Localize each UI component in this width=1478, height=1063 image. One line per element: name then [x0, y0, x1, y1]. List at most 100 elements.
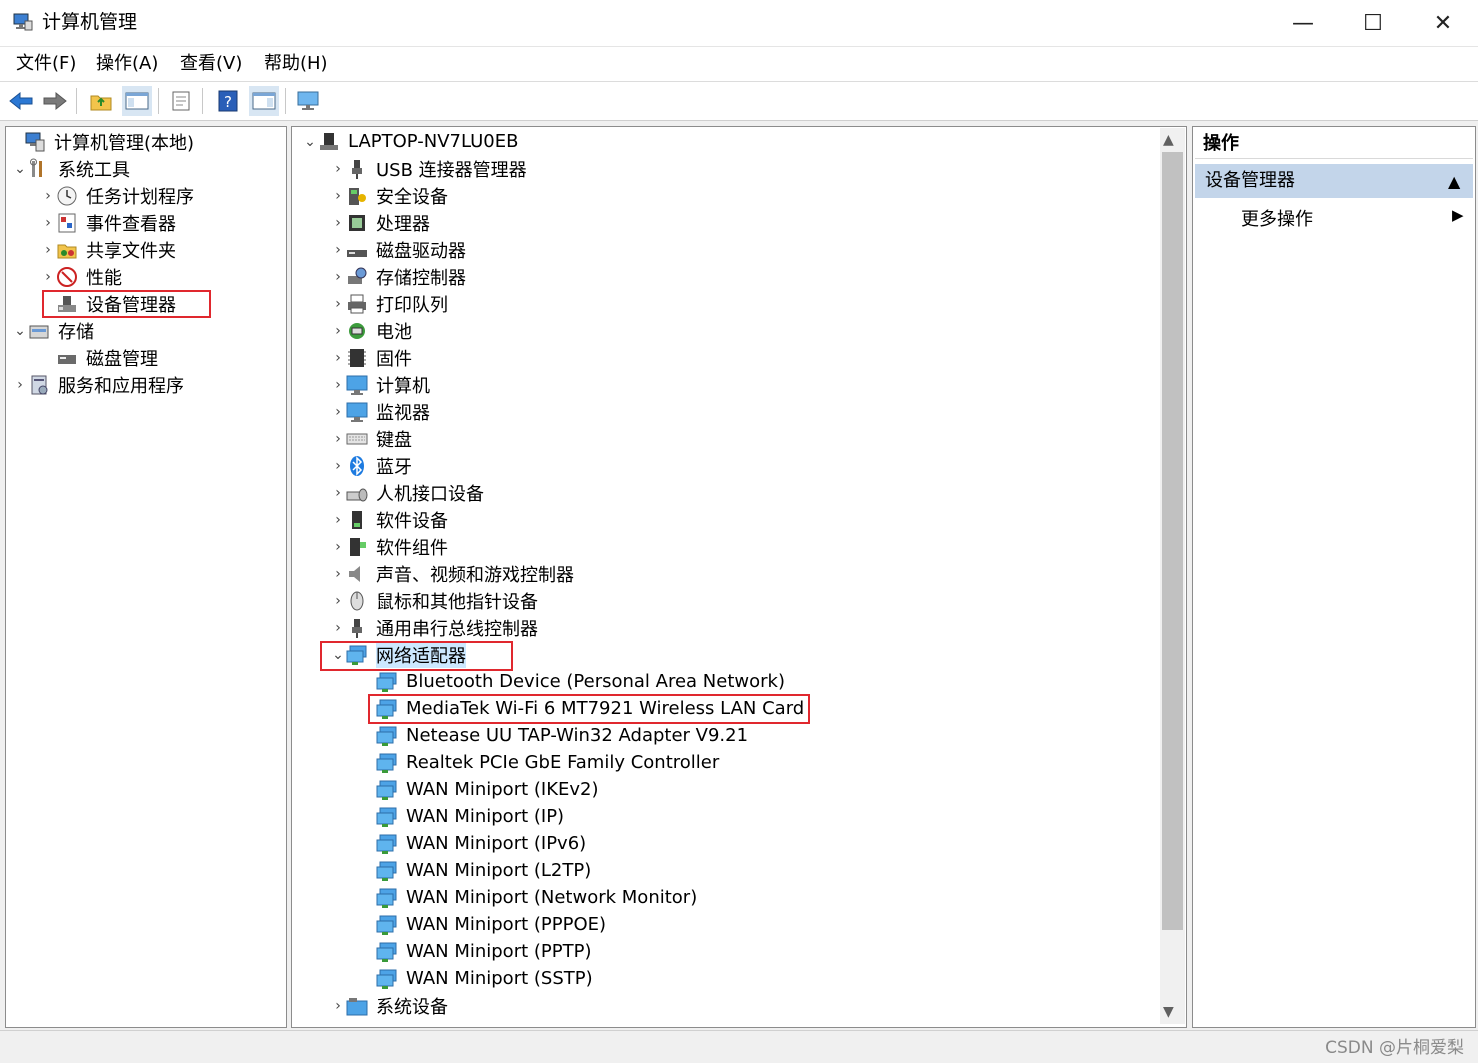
device-category-16[interactable]: › 鼠标和其他指针设备 [330, 587, 538, 614]
nav-item-9[interactable]: › 服务和应用程序 [12, 371, 184, 398]
nav-item-1[interactable]: ⌄ 系统工具 [12, 155, 130, 182]
device-category-13[interactable]: › 软件设备 [330, 506, 448, 533]
show-hide-tree-icon[interactable] [122, 86, 152, 116]
chevron-right-icon[interactable]: › [330, 296, 346, 312]
scroll-up-arrow-icon[interactable]: ▲ [1163, 132, 1174, 148]
network-adapter-item[interactable]: WAN Miniport (L2TP) [360, 857, 591, 884]
chevron-right-icon[interactable]: › [330, 512, 346, 528]
network-adapter-item[interactable]: Realtek PCIe GbE Family Controller [360, 749, 719, 776]
menu-help[interactable]: 帮助(H) [264, 52, 328, 76]
chevron-right-icon[interactable]: › [330, 998, 346, 1014]
window-title: 计算机管理 [42, 11, 138, 33]
device-root[interactable]: ⌄ LAPTOP-NV7LU0EB [302, 128, 518, 155]
device-category-12[interactable]: › 人机接口设备 [330, 479, 484, 506]
chevron-right-icon[interactable]: › [330, 350, 346, 366]
forward-arrow-icon[interactable] [40, 86, 70, 116]
monitor-icon[interactable] [294, 86, 324, 116]
chevron-down-icon[interactable]: ⌄ [302, 134, 318, 150]
network-adapter-item[interactable]: Netease UU TAP-Win32 Adapter V9.21 [360, 722, 748, 749]
software-component-icon [346, 536, 368, 558]
network-adapter-item[interactable]: WAN Miniport (PPTP) [360, 938, 591, 965]
chevron-right-icon[interactable]: › [330, 620, 346, 636]
chevron-right-icon[interactable]: › [40, 269, 56, 285]
menu-file[interactable]: 文件(F) [16, 52, 76, 76]
chevron-right-icon[interactable]: › [330, 593, 346, 609]
menu-view[interactable]: 查看(V) [180, 52, 242, 76]
collapse-up-icon[interactable]: ▲ [1448, 172, 1460, 191]
menu-action[interactable]: 操作(A) [96, 52, 158, 76]
device-category-2[interactable]: › 处理器 [330, 209, 430, 236]
back-arrow-icon[interactable] [6, 86, 36, 116]
tree-item-label: 任务计划程序 [86, 186, 194, 208]
device-category-4[interactable]: › 存储控制器 [330, 263, 466, 290]
title-bar [0, 0, 1478, 47]
chevron-right-icon[interactable]: › [330, 215, 346, 231]
close-button[interactable]: ✕ [1408, 0, 1478, 46]
network-adapter-item[interactable]: WAN Miniport (Network Monitor) [360, 884, 697, 911]
device-category-9[interactable]: › 监视器 [330, 398, 430, 425]
device-category-3[interactable]: › 磁盘驱动器 [330, 236, 466, 263]
properties-icon[interactable] [166, 86, 196, 116]
network-adapter-item[interactable]: WAN Miniport (PPPOE) [360, 911, 606, 938]
device-category-14[interactable]: › 软件组件 [330, 533, 448, 560]
nav-item-0[interactable]: 计算机管理(本地) [8, 128, 194, 155]
device-category-0[interactable]: › USB 连接器管理器 [330, 155, 527, 182]
chevron-right-icon[interactable]: › [12, 377, 28, 393]
chevron-right-icon[interactable]: › [330, 539, 346, 555]
device-category-15[interactable]: › 声音、视频和游戏控制器 [330, 560, 574, 587]
network-adapter-item[interactable]: WAN Miniport (IKEv2) [360, 776, 599, 803]
chevron-right-icon[interactable]: › [40, 242, 56, 258]
device-category-6[interactable]: › 电池 [330, 317, 412, 344]
chevron-right-icon[interactable]: › [330, 458, 346, 474]
device-category-17[interactable]: › 通用串行总线控制器 [330, 614, 538, 641]
nav-item-2[interactable]: › 任务计划程序 [40, 182, 194, 209]
tree-item-label: WAN Miniport (IKEv2) [406, 779, 599, 800]
more-actions-item[interactable]: 更多操作 [1241, 205, 1313, 231]
device-category-1[interactable]: › 安全设备 [330, 182, 448, 209]
chevron-right-icon[interactable]: › [330, 566, 346, 582]
chevron-right-icon[interactable]: › [330, 485, 346, 501]
chevron-right-icon[interactable]: › [330, 377, 346, 393]
computer-management-icon [24, 131, 46, 153]
nav-item-5[interactable]: › 性能 [40, 263, 122, 290]
device-category-7[interactable]: › 固件 [330, 344, 412, 371]
nav-item-7[interactable]: ⌄ 存储 [12, 317, 94, 344]
printer-icon [346, 293, 368, 315]
nav-item-3[interactable]: › 事件查看器 [40, 209, 176, 236]
tree-item-label: WAN Miniport (Network Monitor) [406, 887, 698, 908]
chevron-right-icon[interactable]: › [40, 188, 56, 204]
tree-item-label: 安全设备 [376, 186, 448, 208]
chevron-down-icon[interactable]: ⌄ [12, 323, 28, 339]
minimize-button[interactable]: — [1268, 0, 1338, 46]
device-category-10[interactable]: › 键盘 [330, 425, 412, 452]
scroll-down-arrow-icon[interactable]: ▼ [1163, 1004, 1174, 1020]
chevron-right-icon[interactable]: › [330, 188, 346, 204]
chevron-right-icon[interactable]: › [330, 431, 346, 447]
more-actions-arrow-icon[interactable]: ▶ [1452, 206, 1464, 224]
device-category-8[interactable]: › 计算机 [330, 371, 430, 398]
device-category-system[interactable]: › 系统设备 [330, 992, 448, 1019]
up-folder-icon[interactable] [86, 86, 116, 116]
help-icon[interactable]: ? [213, 86, 243, 116]
nav-item-8[interactable]: 磁盘管理 [40, 344, 158, 371]
chevron-right-icon[interactable]: › [330, 242, 346, 258]
scrollbar-thumb[interactable] [1162, 152, 1183, 930]
network-adapter-item[interactable]: WAN Miniport (IPv6) [360, 830, 586, 857]
chevron-right-icon[interactable]: › [40, 215, 56, 231]
device-category-5[interactable]: › 打印队列 [330, 290, 448, 317]
chevron-right-icon[interactable]: › [330, 323, 346, 339]
chevron-down-icon[interactable]: ⌄ [12, 161, 28, 177]
chevron-right-icon[interactable]: › [330, 161, 346, 177]
maximize-button[interactable]: ☐ [1338, 0, 1408, 46]
actions-section-device-manager[interactable]: 设备管理器 [1195, 164, 1473, 198]
network-adapter-item[interactable]: Bluetooth Device (Personal Area Network) [360, 668, 785, 695]
chevron-right-icon[interactable]: › [330, 404, 346, 420]
network-adapter-item[interactable]: WAN Miniport (SSTP) [360, 965, 593, 992]
nav-item-4[interactable]: › 共享文件夹 [40, 236, 176, 263]
svg-text:?: ? [224, 93, 232, 111]
device-category-11[interactable]: › 蓝牙 [330, 452, 412, 479]
network-adapter-item[interactable]: WAN Miniport (IP) [360, 803, 564, 830]
network-adapter-icon [376, 752, 398, 774]
action-pane-icon[interactable] [249, 86, 279, 116]
chevron-right-icon[interactable]: › [330, 269, 346, 285]
